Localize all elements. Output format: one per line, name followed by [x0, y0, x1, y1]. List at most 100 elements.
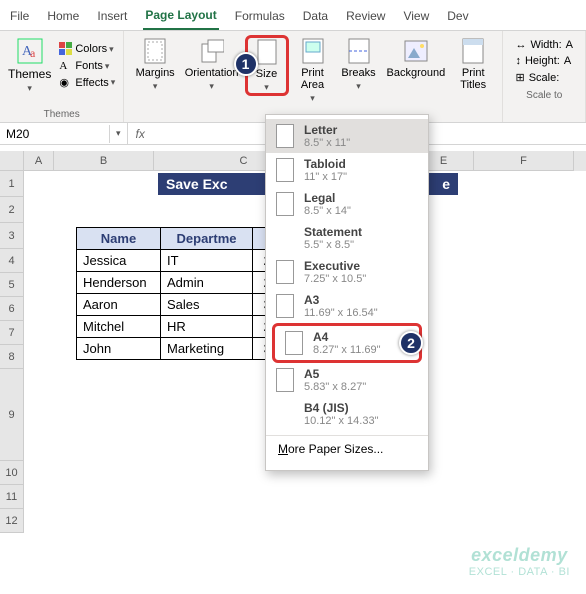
- size-option-name: A3: [304, 293, 378, 307]
- print-titles-label: Print Titles: [460, 67, 486, 91]
- tab-view[interactable]: View: [401, 5, 431, 29]
- col-header-F[interactable]: F: [474, 151, 574, 171]
- col-header-B[interactable]: B: [54, 151, 154, 171]
- print-area-icon: [302, 38, 324, 64]
- table-cell[interactable]: Aaron: [77, 294, 161, 316]
- row-header-10[interactable]: 10: [0, 461, 24, 485]
- size-option-dim: 8.27" x 11.69": [313, 344, 381, 356]
- size-option-tabloid[interactable]: Tabloid11" x 17": [266, 153, 428, 187]
- scale-control[interactable]: ⊞Scale:: [515, 71, 573, 84]
- row-header-3[interactable]: 3: [0, 223, 24, 249]
- size-option-legal[interactable]: Legal8.5" x 14": [266, 187, 428, 221]
- tab-formulas[interactable]: Formulas: [233, 5, 287, 29]
- width-control[interactable]: ↔Width:A: [515, 39, 573, 51]
- background-button[interactable]: Background: [383, 35, 450, 81]
- page-icon: [276, 158, 294, 182]
- table-cell[interactable]: IT: [161, 250, 253, 272]
- tab-data[interactable]: Data: [301, 5, 330, 29]
- tab-review[interactable]: Review: [344, 5, 387, 29]
- more-paper-sizes[interactable]: More Paper Sizes...: [266, 435, 428, 462]
- table-header[interactable]: Departme: [161, 228, 253, 250]
- select-all-triangle[interactable]: [0, 151, 24, 171]
- tab-page-layout[interactable]: Page Layout: [143, 4, 218, 30]
- row-header-6[interactable]: 6: [0, 297, 24, 321]
- colors-icon: [59, 42, 73, 56]
- table-cell[interactable]: Admin: [161, 272, 253, 294]
- row-header-1[interactable]: 1: [0, 171, 24, 197]
- step-badge-1: 1: [234, 52, 258, 76]
- table-cell[interactable]: HR: [161, 316, 253, 338]
- fonts-button[interactable]: A Fonts▾: [57, 59, 117, 73]
- size-option-letter[interactable]: Letter8.5" x 11": [266, 119, 428, 153]
- tab-insert[interactable]: Insert: [95, 5, 129, 29]
- watermark-brand: exceldemy: [469, 545, 570, 566]
- table-cell[interactable]: John: [77, 338, 161, 360]
- size-option-name: Legal: [304, 191, 351, 205]
- themes-button[interactable]: Aa Themes ▾: [6, 35, 53, 96]
- size-option-name: A4: [313, 330, 381, 344]
- size-option-dim: 7.25" x 10.5": [304, 273, 366, 285]
- tab-file[interactable]: File: [8, 5, 31, 29]
- size-option-b4-jis-[interactable]: B4 (JIS)10.12" x 14.33": [266, 397, 428, 431]
- row-header-11[interactable]: 11: [0, 485, 24, 509]
- row-header-9[interactable]: 9: [0, 369, 24, 461]
- svg-text:a: a: [30, 46, 36, 60]
- row-header-12[interactable]: 12: [0, 509, 24, 533]
- row-header-4[interactable]: 4: [0, 249, 24, 273]
- size-option-dim: 5.5" x 8.5": [304, 239, 362, 251]
- scale-icon: ⊞: [515, 71, 524, 84]
- page-icon: [276, 124, 294, 148]
- table-cell[interactable]: Mitchel: [77, 316, 161, 338]
- name-box[interactable]: M20: [0, 125, 110, 143]
- row-header-7[interactable]: 7: [0, 321, 24, 345]
- table-cell[interactable]: Marketing: [161, 338, 253, 360]
- size-option-a5[interactable]: A55.83" x 8.27": [266, 363, 428, 397]
- size-option-dim: 8.5" x 11": [304, 137, 350, 149]
- size-icon: [257, 39, 277, 65]
- size-option-executive[interactable]: Executive7.25" x 10.5": [266, 255, 428, 289]
- breaks-button[interactable]: Breaks▾: [337, 35, 381, 94]
- col-header-A[interactable]: A: [24, 151, 54, 171]
- fonts-label: Fonts: [75, 60, 103, 72]
- row-header-8[interactable]: 8: [0, 345, 24, 369]
- size-option-dim: 8.5" x 14": [304, 205, 351, 217]
- effects-button[interactable]: ◉ Effects▾: [57, 75, 117, 90]
- table-cell[interactable]: Jessica: [77, 250, 161, 272]
- fonts-icon: A: [59, 60, 73, 72]
- print-titles-icon: [462, 38, 484, 64]
- scale-group: ↔Width:A ↕Height:A ⊞Scale: Scale to: [503, 31, 586, 122]
- ribbon-content: Aa Themes ▾ Colors▾ A Fonts▾ ◉ Eff: [0, 31, 586, 123]
- name-box-chevron[interactable]: ▾: [110, 128, 127, 139]
- print-area-button[interactable]: Print Area▾: [291, 35, 335, 106]
- tab-home[interactable]: Home: [45, 5, 81, 29]
- colors-label: Colors: [75, 43, 107, 55]
- size-option-name: Statement: [304, 225, 362, 239]
- fx-label[interactable]: fx: [128, 127, 153, 141]
- tab-dev[interactable]: Dev: [445, 5, 470, 29]
- title-text-right: e: [442, 176, 450, 192]
- themes-label: Themes: [8, 67, 51, 81]
- size-option-statement[interactable]: Statement5.5" x 8.5": [266, 221, 428, 255]
- size-option-dim: 10.12" x 14.33": [304, 415, 378, 427]
- size-option-a4[interactable]: A48.27" x 11.69"2: [275, 326, 419, 360]
- table-cell[interactable]: Henderson: [77, 272, 161, 294]
- size-label: Size: [256, 68, 277, 80]
- colors-button[interactable]: Colors▾: [57, 41, 117, 57]
- size-button[interactable]: 1 Size▾: [245, 35, 289, 96]
- themes-group: Aa Themes ▾ Colors▾ A Fonts▾ ◉ Eff: [0, 31, 124, 122]
- row-header-5[interactable]: 5: [0, 273, 24, 297]
- breaks-icon: [348, 38, 370, 64]
- table-cell[interactable]: Sales: [161, 294, 253, 316]
- size-option-name: Executive: [304, 259, 366, 273]
- page-icon: [276, 294, 294, 318]
- row-header-2[interactable]: 2: [0, 197, 24, 223]
- height-control[interactable]: ↕Height:A: [515, 55, 573, 67]
- orientation-label: Orientation: [185, 67, 239, 79]
- print-titles-button[interactable]: Print Titles: [451, 35, 495, 93]
- table-header[interactable]: Name: [77, 228, 161, 250]
- size-option-a3[interactable]: A311.69" x 16.54": [266, 289, 428, 323]
- page-icon: [276, 368, 294, 392]
- page-setup-group: Margins▾ Orientation▾ 1 Size▾ Print Area…: [124, 31, 503, 122]
- margins-button[interactable]: Margins▾: [132, 35, 179, 94]
- width-icon: ↔: [515, 39, 526, 51]
